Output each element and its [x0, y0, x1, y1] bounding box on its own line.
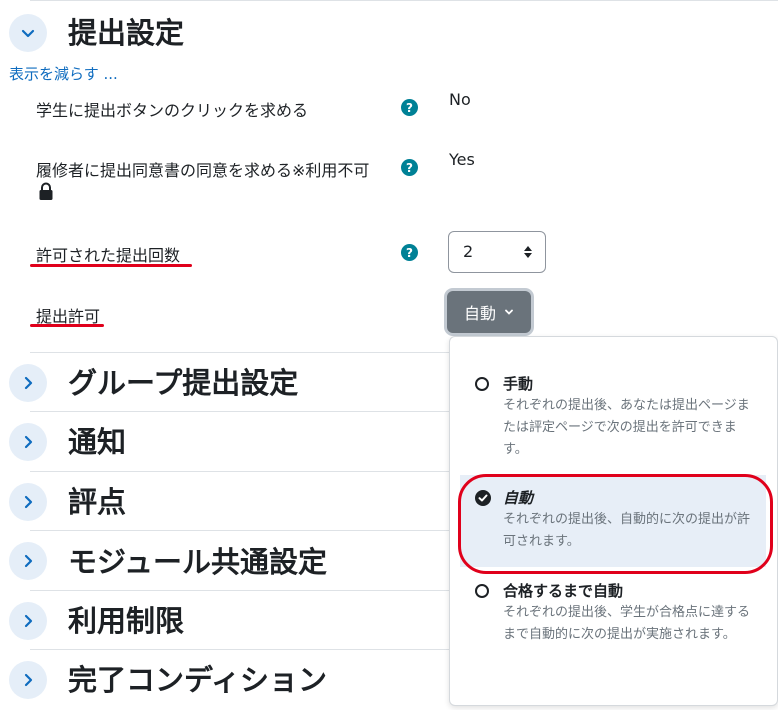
setting-value-submission-statement: Yes: [449, 150, 475, 169]
chevron-right-icon: [24, 673, 33, 687]
chevron-right-icon: [24, 435, 33, 449]
section-divider: [30, 411, 450, 412]
expand-section-button[interactable]: [9, 483, 47, 521]
setting-value-submit-button: No: [449, 90, 471, 109]
section-title-completion[interactable]: 完了コンディション: [68, 663, 327, 697]
expand-section-button[interactable]: [9, 602, 47, 640]
reopen-dropdown-menu: 手動 それぞれの提出後、あなたは提出ページまたは評定ページで次の提出を許可できま…: [449, 336, 778, 706]
top-divider: [30, 0, 778, 1]
expand-section-button[interactable]: [9, 661, 47, 699]
help-icon[interactable]: ?: [401, 244, 418, 261]
chevron-right-icon: [24, 554, 33, 568]
chevron-right-icon: [24, 376, 33, 390]
option-description: それぞれの提出後、学生が合格点に達するまで自動的に次の提出が実施されます。: [503, 605, 751, 642]
chevron-down-icon: [505, 309, 513, 315]
expand-section-button[interactable]: [9, 423, 47, 461]
show-less-link[interactable]: 表示を減らす ...: [9, 63, 118, 84]
collapse-section-button[interactable]: [9, 14, 47, 52]
section-divider: [30, 352, 450, 353]
help-icon[interactable]: ?: [401, 99, 418, 116]
sort-icon: [524, 246, 532, 258]
section-divider: [30, 649, 450, 650]
max-attempts-select[interactable]: 2: [448, 231, 546, 273]
reopen-dropdown-button[interactable]: 自動: [447, 291, 531, 333]
chevron-right-icon: [24, 614, 33, 628]
section-title-group-submission[interactable]: グループ提出設定: [68, 366, 298, 400]
setting-label-submit-button: 学生に提出ボタンのクリックを求める: [36, 101, 309, 120]
section-divider: [30, 590, 450, 591]
radio-unchecked-icon: [475, 584, 489, 598]
max-attempts-value: 2: [463, 242, 474, 261]
section-title: 提出設定: [68, 16, 185, 50]
section-title-notifications[interactable]: 通知: [68, 425, 126, 459]
option-description: それぞれの提出後、あなたは提出ページまたは評定ページで次の提出を許可できます。: [503, 398, 750, 457]
chevron-right-icon: [24, 495, 33, 509]
chevron-down-icon: [21, 29, 35, 38]
section-divider: [30, 471, 450, 472]
expand-section-button[interactable]: [9, 364, 47, 402]
section-title-common-module[interactable]: モジュール共通設定: [68, 545, 327, 579]
setting-label-submission-statement: 履修者に提出同意書の同意を求める※利用不可: [36, 161, 370, 180]
setting-label-max-attempts: 許可された提出回数: [36, 246, 181, 265]
section-divider: [30, 530, 450, 531]
option-title: 合格するまで自動: [503, 582, 624, 600]
reopen-dropdown-value: 自動: [463, 304, 496, 323]
annotation-underline: [30, 264, 192, 267]
lock-icon: [39, 182, 53, 200]
section-title-restrict-access[interactable]: 利用制限: [68, 604, 184, 638]
annotation-circle: [458, 474, 773, 574]
option-title: 手動: [503, 375, 534, 393]
help-icon[interactable]: ?: [401, 159, 418, 176]
section-title-grade[interactable]: 評点: [68, 485, 126, 519]
expand-section-button[interactable]: [9, 542, 47, 580]
radio-unchecked-icon: [475, 377, 489, 391]
annotation-underline: [30, 324, 104, 327]
